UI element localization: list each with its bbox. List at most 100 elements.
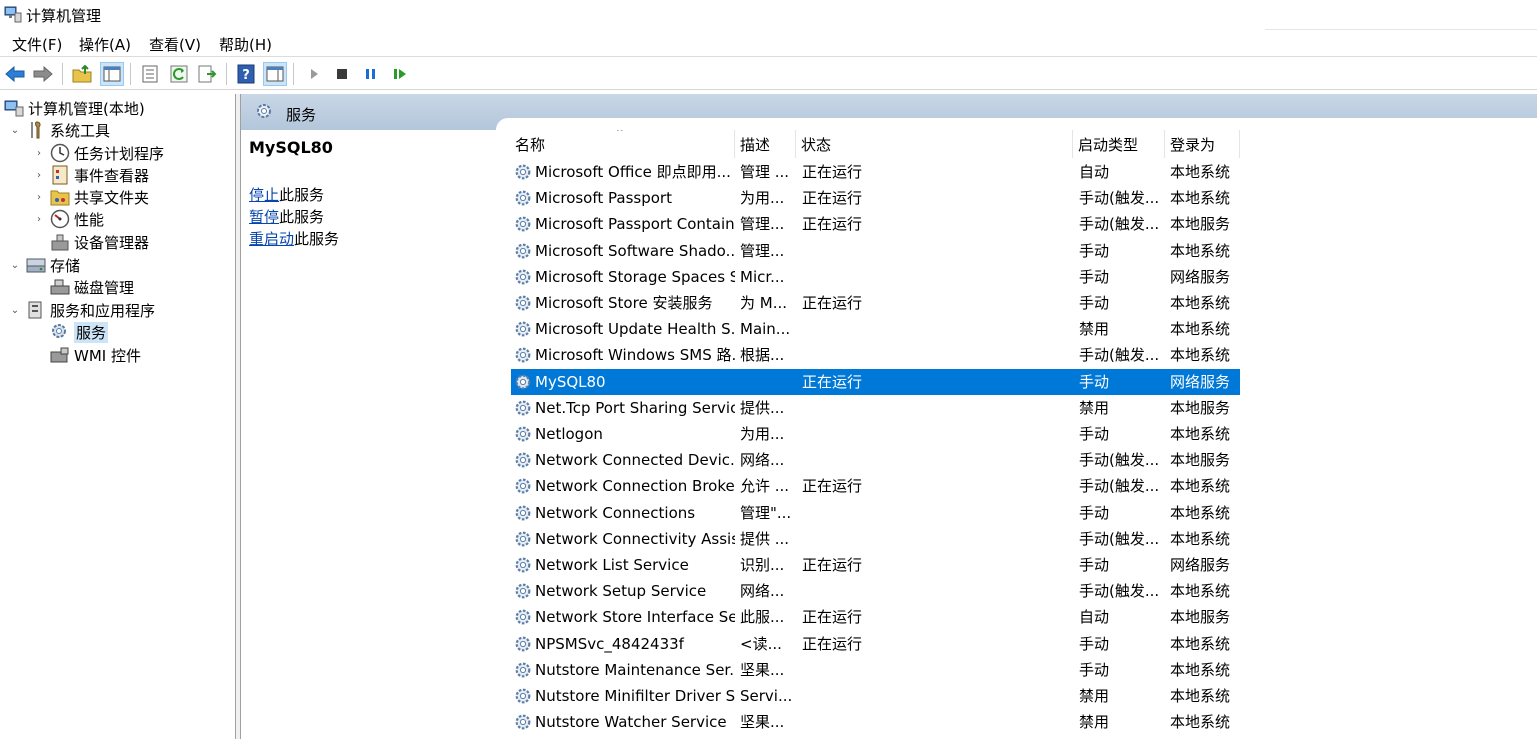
tree-item-wmi-control[interactable]: WMI 控件 — [50, 344, 141, 366]
service-startup-type-cell: 手动(触发... — [1079, 477, 1160, 496]
service-status-cell: 正在运行 — [802, 477, 863, 496]
table-row[interactable]: Network Setup Service 网络... 手动(触发... 本地系统 — [511, 578, 1240, 604]
properties-button[interactable] — [138, 62, 162, 86]
service-gear-icon — [513, 555, 533, 575]
service-startup-type-cell: 手动 — [1079, 267, 1110, 286]
help-button[interactable]: ? — [234, 62, 258, 86]
main-pane: 服务 MySQL80 停止此服务 暂停此服务 重启动此服务 ^ 名称 描述 状态… — [241, 94, 1537, 739]
table-row[interactable]: Network Connectivity Assis... 提供 ... 手动(触发… — [511, 526, 1240, 552]
table-row[interactable]: Microsoft Software Shado... 管理... 手动 本地系统 — [511, 238, 1240, 264]
pane-title: 服务 — [286, 106, 317, 124]
restart-service-link[interactable]: 重启动 — [249, 230, 294, 248]
back-arrow-icon — [5, 66, 25, 82]
table-row[interactable]: Microsoft Windows SMS 路... 根据... 手动(触发... 本… — [511, 342, 1240, 368]
table-row[interactable]: Microsoft Passport Container 管理... 正在运行 手动(… — [511, 211, 1240, 237]
column-header-log-on-as[interactable]: 登录为 — [1166, 130, 1240, 158]
table-row-selected[interactable]: MySQL80 正在运行 手动 网络服务 — [511, 368, 1240, 395]
service-description-cell: 坚果... — [740, 660, 785, 679]
start-service-button[interactable] — [302, 62, 326, 86]
wmi-control-icon — [50, 345, 70, 365]
tree-item-computer-management[interactable]: 计算机管理(本地) — [4, 97, 145, 119]
pause-service-button[interactable] — [359, 62, 383, 86]
table-row[interactable]: Nutstore Maintenance Ser... 坚果... 手动 本地系统 — [511, 657, 1240, 683]
service-description-cell: 管理"... — [740, 503, 792, 522]
chevron-down-icon[interactable]: ⌄ — [8, 125, 22, 136]
shared-folder-icon — [50, 187, 70, 207]
service-startup-type-cell: 手动 — [1079, 294, 1110, 312]
table-row[interactable]: Network List Service 识别... 正在运行 手动 网络服务 — [511, 552, 1240, 578]
column-header-name[interactable]: ^ 名称 — [511, 130, 735, 158]
service-description-cell: 识别... — [740, 556, 785, 574]
service-gear-icon — [513, 712, 533, 732]
table-row[interactable]: Nutstore Minifilter Driver S... Servi... 禁… — [511, 683, 1240, 709]
tree-item-services-and-applications[interactable]: ⌄ 服务和应用程序 — [8, 299, 155, 321]
table-row[interactable]: Net.Tcp Port Sharing Service 提供... 禁用 本地服务 — [511, 395, 1240, 421]
tree-item-task-scheduler[interactable]: › 任务计划程序 — [32, 142, 164, 164]
tree-item-services[interactable]: 服务 — [50, 321, 109, 343]
tree-item-performance[interactable]: › 性能 — [32, 208, 104, 230]
tree-item-event-viewer[interactable]: › 事件查看器 — [32, 164, 149, 186]
table-row[interactable]: Network Store Interface Se... 此服... 正在运行 自动… — [511, 604, 1240, 630]
column-header-description[interactable]: 描述 — [736, 130, 796, 158]
table-row[interactable]: Network Connected Devic... 网络... 手动(触发... 本… — [511, 447, 1240, 473]
up-one-level-button[interactable] — [70, 62, 94, 86]
chevron-down-icon[interactable]: ⌄ — [8, 305, 22, 316]
menu-file[interactable]: 文件(F) — [12, 34, 62, 55]
chevron-right-icon[interactable]: › — [32, 214, 46, 225]
menu-action[interactable]: 操作(A) — [79, 34, 131, 55]
table-row[interactable]: Netlogon 为用... 手动 本地系统 — [511, 421, 1240, 447]
table-row[interactable]: Microsoft Office 即点即用... 管理 ... 正在运行 自动 本地系统 — [511, 159, 1240, 185]
column-header-status[interactable]: 状态 — [797, 130, 1073, 158]
window-title: 计算机管理 — [26, 7, 102, 25]
menu-view[interactable]: 查看(V) — [149, 34, 201, 55]
service-name-cell: Network Setup Service — [535, 582, 707, 601]
table-row[interactable]: Nutstore Watcher Service 坚果... 禁用 本地系统 — [511, 709, 1240, 735]
refresh-button[interactable] — [167, 62, 191, 86]
service-log-on-as-cell: 本地系统 — [1170, 660, 1231, 679]
service-startup-type-cell: 手动 — [1079, 425, 1110, 443]
back-button[interactable] — [3, 62, 27, 86]
pause-service-link[interactable]: 暂停 — [249, 208, 279, 226]
forward-button[interactable] — [31, 62, 55, 86]
tree-item-storage[interactable]: ⌄ 存储 — [8, 254, 80, 276]
table-row[interactable]: NPSMSvc_4842433f <读... 正在运行 手动 本地系统 — [511, 631, 1240, 657]
chevron-right-icon[interactable]: › — [32, 192, 46, 203]
service-log-on-as-cell: 本地系统 — [1170, 163, 1231, 181]
chevron-right-icon[interactable]: › — [32, 170, 46, 181]
service-name-cell: Network Connectivity Assis... — [535, 529, 735, 548]
export-list-button[interactable] — [196, 62, 220, 86]
table-row[interactable]: Microsoft Store 安装服务 为 M... 正在运行 手动 本地系统 — [511, 290, 1240, 316]
service-status-cell — [802, 657, 1072, 683]
table-row[interactable]: Network Connections 管理"... 手动 本地系统 — [511, 500, 1240, 526]
tree-item-device-manager[interactable]: 设备管理器 — [50, 231, 149, 253]
service-log-on-as-cell: 本地系统 — [1170, 529, 1231, 548]
restart-service-button[interactable] — [388, 62, 412, 86]
chevron-right-icon[interactable]: › — [32, 148, 46, 159]
service-log-on-as-cell: 本地系统 — [1170, 294, 1231, 312]
column-header-startup-type[interactable]: 启动类型 — [1074, 130, 1165, 158]
menu-help[interactable]: 帮助(H) — [219, 34, 272, 55]
show-hide-action-pane-button[interactable] — [263, 62, 287, 86]
show-hide-console-tree-button[interactable] — [100, 62, 124, 86]
service-name-cell: Network Connection Broker — [535, 477, 735, 496]
service-gear-icon — [513, 529, 533, 549]
stop-service-button[interactable] — [330, 62, 354, 86]
table-row[interactable]: Network Connection Broker 允许 ... 正在运行 手动(触发… — [511, 473, 1240, 499]
service-startup-type-cell: 手动 — [1079, 503, 1110, 522]
table-row[interactable]: Microsoft Storage Spaces S... Micr... 手动 网络… — [511, 264, 1240, 290]
service-log-on-as-cell: 本地系统 — [1170, 713, 1231, 732]
tree-item-system-tools[interactable]: ⌄ 系统工具 — [8, 119, 110, 141]
service-status-cell — [802, 500, 1072, 526]
service-startup-type-cell: 手动(触发... — [1079, 451, 1160, 470]
chevron-down-icon[interactable]: ⌄ — [8, 260, 22, 271]
service-status-cell: 正在运行 — [802, 294, 863, 312]
tree-item-shared-folders[interactable]: › 共享文件夹 — [32, 186, 149, 208]
menu-bar: 文件(F) 操作(A) 查看(V) 帮助(H) — [0, 30, 1537, 57]
stop-service-link[interactable]: 停止 — [249, 186, 279, 204]
table-row[interactable]: Microsoft Update Health S... Main... 禁用 本地系… — [511, 316, 1240, 342]
service-name-cell: Microsoft Software Shado... — [535, 241, 735, 260]
table-row[interactable]: Microsoft Passport 为用... 正在运行 手动(触发... 本地系统 — [511, 185, 1240, 211]
service-gear-icon — [513, 241, 533, 261]
tree-item-disk-management[interactable]: 磁盘管理 — [50, 276, 134, 298]
service-description-cell: 允许 ... — [740, 477, 790, 496]
